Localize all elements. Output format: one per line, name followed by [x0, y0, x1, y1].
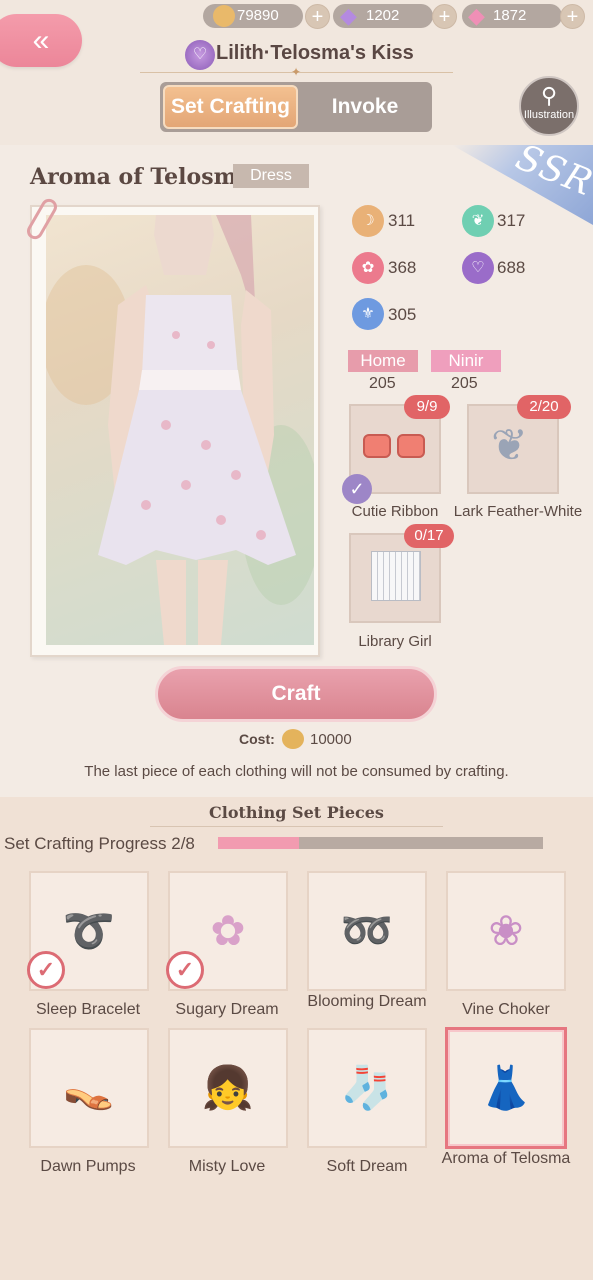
back-button[interactable]: «	[0, 14, 82, 67]
material-count: 9/9	[404, 395, 450, 419]
set-title: Lilith·Telosma's Kiss	[216, 42, 414, 64]
add-crystal-button[interactable]: +	[560, 4, 585, 29]
illustration-label: Illustration	[523, 109, 575, 121]
piece-soft-dream[interactable]: 🧦	[307, 1028, 427, 1148]
material-name: Cutie Ribbon	[351, 503, 439, 520]
section-title: Clothing Set Pieces	[209, 803, 384, 822]
material-count: 2/20	[517, 395, 571, 419]
tag-ninir-value: 205	[451, 375, 478, 392]
choker-icon: ❀	[488, 907, 524, 954]
gold-coin-icon	[282, 729, 304, 749]
piece-dawn-pumps[interactable]: 👡	[29, 1028, 149, 1148]
stat-sweet: 368	[388, 258, 417, 277]
item-type-badge: Dress	[233, 164, 309, 188]
piece-name: Vine Choker	[462, 1001, 550, 1018]
craft-button[interactable]: Craft	[155, 666, 437, 722]
headband-icon: ✿	[210, 907, 246, 954]
owned-check-icon: ✓	[166, 951, 204, 989]
progress-fill	[218, 837, 299, 849]
tag-home-value: 205	[369, 375, 396, 392]
cool-icon: ⚜	[352, 298, 384, 330]
tab-invoke[interactable]: Invoke	[300, 85, 430, 129]
material-name: Library Girl	[358, 633, 432, 650]
tab-set-crafting[interactable]: Set Crafting	[163, 85, 298, 129]
piece-name: Dawn Pumps	[40, 1158, 136, 1175]
piece-name: Blooming Dream	[307, 993, 427, 1010]
gold-value: 79890	[237, 7, 279, 24]
set-emblem-icon: ♡	[185, 40, 215, 70]
piece-aroma-of-telosma[interactable]: 👗	[445, 1027, 567, 1149]
sunglasses-icon	[363, 434, 427, 460]
feather-icon: ❦	[491, 421, 528, 470]
piece-name: Soft Dream	[326, 1158, 408, 1175]
sparkle-icon: ✦	[291, 65, 302, 79]
magnifier-icon: ⚲	[540, 83, 558, 108]
bracelet-icon: ➰	[62, 907, 116, 954]
tag-ninir: Ninir	[431, 350, 501, 372]
fresh-icon: ❦	[462, 205, 494, 237]
progress-label: Set Crafting Progress 2/8	[4, 834, 195, 853]
piece-vine-choker[interactable]: ❀	[446, 871, 566, 991]
tag-home: Home	[348, 350, 418, 372]
star-crystal-icon: ◆	[468, 3, 485, 28]
item-photo	[46, 215, 314, 645]
dress-illustration	[46, 215, 314, 645]
check-icon: ✓	[342, 474, 372, 504]
shoes-icon: 👡	[62, 1064, 116, 1111]
stockings-icon: 🧦	[340, 1064, 394, 1111]
material-count: 0/17	[404, 524, 454, 548]
cost-label: Cost:	[239, 731, 275, 747]
piece-name: Misty Love	[188, 1158, 266, 1175]
owned-check-icon: ✓	[27, 951, 65, 989]
hair-ribbon-icon: ➿	[340, 907, 394, 954]
material-name: Lark Feather-White	[453, 503, 583, 520]
item-name: Aroma of Telosma	[30, 164, 252, 190]
gold-coin-icon	[213, 5, 235, 27]
add-diamond-button[interactable]: +	[432, 4, 457, 29]
dress-icon: 👗	[479, 1064, 533, 1111]
elegant-icon: ☽	[352, 205, 384, 237]
stat-fresh: 317	[497, 211, 526, 230]
section-divider	[150, 826, 443, 827]
piece-blooming-dream[interactable]: ➿	[307, 871, 427, 991]
add-gold-button[interactable]: +	[305, 4, 330, 29]
diamond-value: 1202	[366, 7, 400, 24]
illustration-button[interactable]: ⚲ Illustration	[519, 76, 579, 136]
shirt-icon	[371, 551, 421, 601]
cost-value: 10000	[310, 731, 352, 748]
piece-name: Sugary Dream	[175, 1001, 279, 1018]
diamond-icon: ◆	[340, 3, 357, 28]
stat-cool: 305	[388, 305, 417, 324]
sexy-icon: ♡	[462, 252, 494, 284]
piece-misty-love[interactable]: 👧	[168, 1028, 288, 1148]
craft-notice: The last piece of each clothing will not…	[84, 763, 509, 780]
hairstyle-icon: 👧	[201, 1064, 255, 1111]
sweet-icon: ✿	[352, 252, 384, 284]
stat-elegant: 311	[388, 211, 416, 230]
crystal-value: 1872	[493, 7, 527, 24]
stat-sexy: 688	[497, 258, 526, 277]
piece-name: Sleep Bracelet	[35, 1001, 141, 1018]
piece-name: Aroma of Telosma	[441, 1150, 571, 1167]
back-icon: «	[32, 24, 50, 57]
